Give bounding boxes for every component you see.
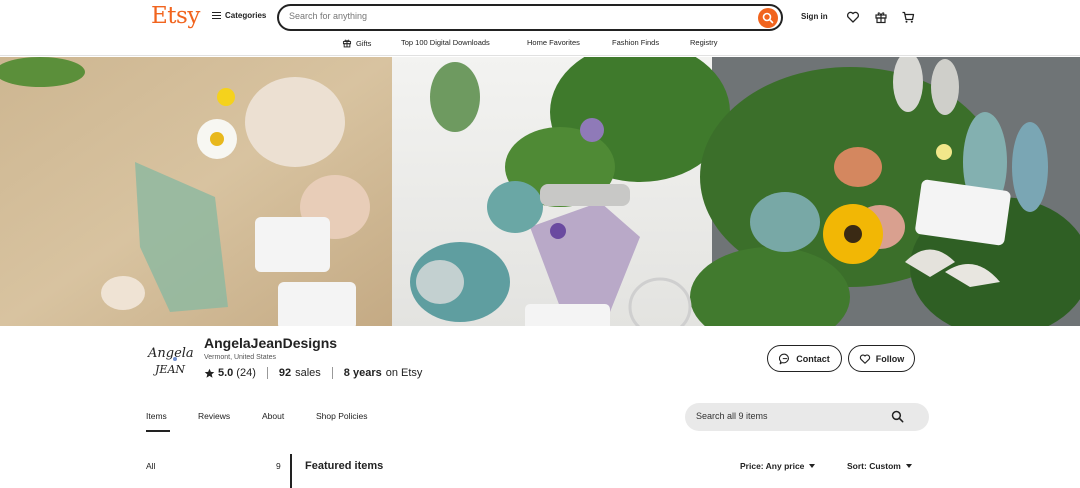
follow-label: Follow [875,353,905,364]
shop-logo[interactable]: Angela JEAN [145,337,199,383]
etsy-logo[interactable]: Etsy [151,3,200,29]
contact-button[interactable]: Contact [767,345,842,372]
caret-down-icon [809,464,816,468]
nav-item-label: Gifts [356,38,372,48]
search-button[interactable] [758,8,778,28]
nav-item-home-favorites[interactable]: Home Favorites [527,38,580,47]
stat-divider [266,367,268,379]
nav-item-registry[interactable]: Registry [690,38,718,47]
shop-stats: 5.0 (24) 92 sales 8 years on Etsy [204,367,422,379]
category-nav: Gifts Top 100 Digital Downloads Home Fav… [0,34,1080,56]
sort-dropdown[interactable]: Sort: Custom [847,461,912,471]
nav-item-fashion-finds[interactable]: Fashion Finds [612,38,659,47]
search-bar [277,4,783,31]
shop-review-count[interactable]: (24) [236,367,256,379]
menu-icon [212,12,221,19]
contact-label: Contact [796,353,830,364]
price-filter-dropdown[interactable]: Price: Any price [740,461,816,471]
tab-reviews[interactable]: Reviews [198,411,230,421]
caret-down-icon [905,464,912,468]
star-icon [204,368,215,378]
shop-logo-text: Angela [147,346,194,361]
search-icon [762,12,774,24]
shop-sales-count: 92 [278,367,292,379]
price-filter-label: Price: Any price [740,461,805,471]
nav-item-gifts[interactable]: Gifts [342,38,371,48]
cart-icon[interactable] [901,10,915,24]
tab-shop-policies[interactable]: Shop Policies [316,411,368,421]
tab-items[interactable]: Items [146,411,167,421]
banner-illustration [0,57,1080,326]
shop-location: Vermont, United States [204,354,276,361]
tab-about[interactable]: About [262,411,284,421]
follow-button[interactable]: Follow [848,345,915,372]
top-header: Etsy Categories Sign in [0,0,1080,34]
heart-icon [859,354,870,364]
shop-years-suffix: on Etsy [385,367,423,379]
shop-search-bar [685,403,929,431]
shop-logo-text: JEAN [153,363,185,376]
search-input[interactable] [289,11,749,21]
gift-icon[interactable] [874,10,888,24]
shop-sales-label: sales [295,367,321,379]
sort-label: Sort: Custom [847,461,901,471]
shop-name: AngelaJeanDesigns [204,335,338,351]
categories-button[interactable]: Categories [212,11,266,20]
nav-item-top-100[interactable]: Top 100 Digital Downloads [401,38,490,47]
active-tab-indicator [146,430,170,432]
stat-divider [331,367,333,379]
shop-banner-image [0,57,1080,326]
section-all-count: 9 [276,461,281,471]
section-divider [290,454,292,488]
gift-icon [342,39,352,48]
shop-rating: 5.0 [218,367,234,379]
shop-search-input[interactable] [696,411,886,421]
sign-in-link[interactable]: Sign in [801,12,828,21]
shop-years: 8 years [343,367,382,379]
featured-items-title: Featured items [305,460,384,472]
chat-bubble-icon [779,353,790,364]
section-all[interactable]: All [146,461,155,471]
search-icon[interactable] [891,410,904,423]
categories-label: Categories [225,11,267,20]
favorites-heart-icon[interactable] [846,10,860,24]
